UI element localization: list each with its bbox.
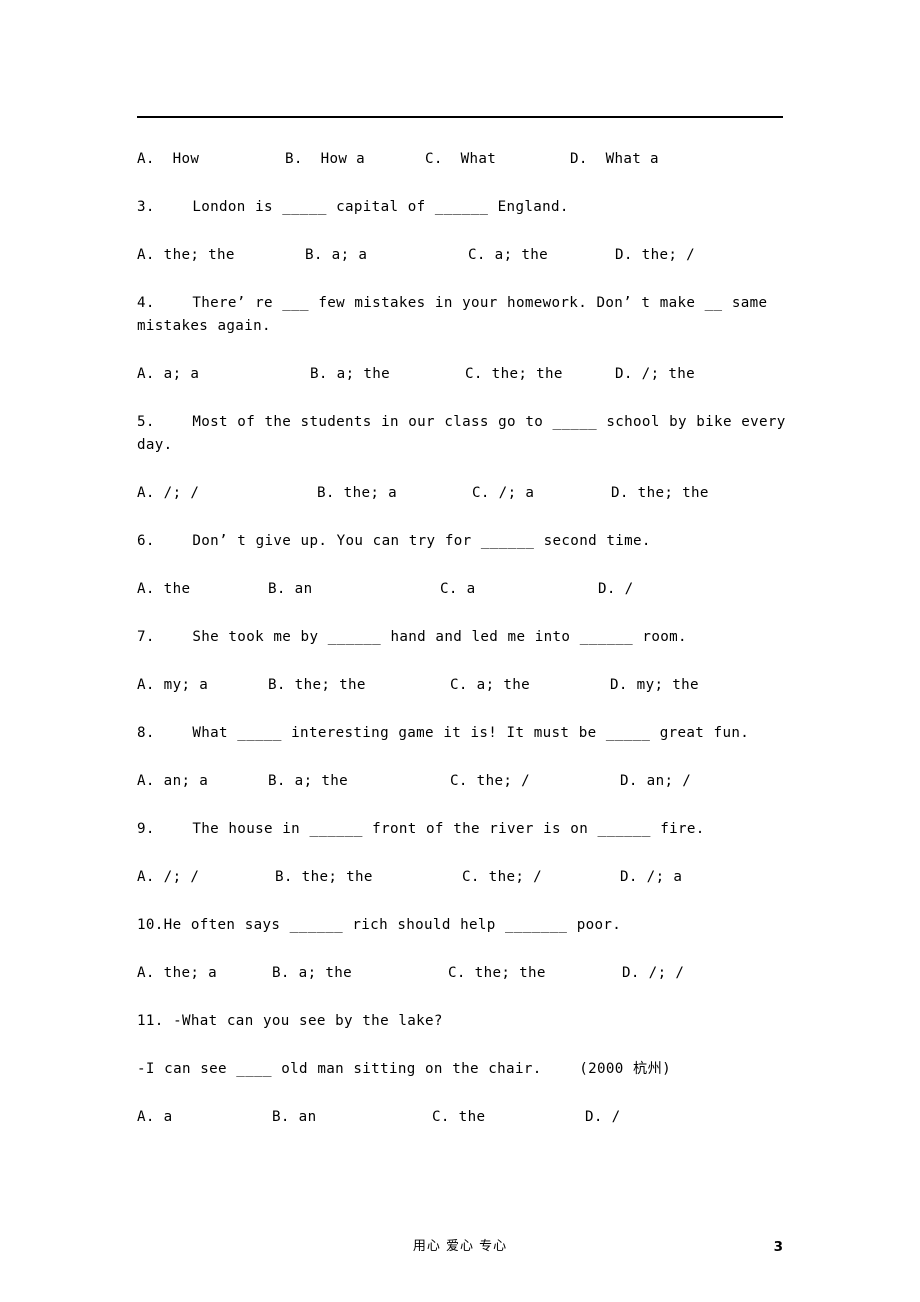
option-choice[interactable]: C. the; /: [462, 866, 542, 889]
option-choice[interactable]: B. an: [272, 1106, 316, 1129]
question-5: 5. Most of the students in our class go …: [137, 414, 796, 453]
option-choice[interactable]: C. What: [425, 148, 496, 171]
option-choice[interactable]: B. an: [268, 578, 312, 601]
options-row-2: A. How B. How a C. What D. What a: [137, 148, 797, 171]
option-choice[interactable]: A. a: [137, 1106, 173, 1129]
option-choice[interactable]: D. /; a: [620, 866, 682, 889]
options-row-11: A. a B. an C. the D. /: [137, 1106, 797, 1129]
options-row-6: A. the B. an C. a D. /: [137, 578, 797, 601]
option-choice[interactable]: A. the; the: [137, 244, 235, 267]
options-row-7: A. my; a B. the; the C. a; the D. my; the: [137, 674, 797, 697]
option-choice[interactable]: A. the: [137, 578, 190, 601]
options-row-5: A. /; / B. the; a C. /; a D. the; the: [137, 482, 797, 505]
question-11-line2: -I can see ____ old man sitting on the c…: [137, 1061, 672, 1077]
options-row-3: A. the; the B. a; a C. a; the D. the; /: [137, 244, 797, 267]
question-4: 4. There’ re ___ few mistakes in your ho…: [137, 295, 777, 334]
option-choice[interactable]: C. the; /: [450, 770, 530, 793]
option-choice[interactable]: B. the; a: [317, 482, 397, 505]
option-choice[interactable]: B. How a: [285, 148, 365, 171]
option-choice[interactable]: A. an; a: [137, 770, 208, 793]
question-11-line1: 11. -What can you see by the lake?: [137, 1013, 443, 1029]
option-choice[interactable]: A. a; a: [137, 363, 199, 386]
option-choice[interactable]: B. a; a: [305, 244, 367, 267]
page-number: 3: [773, 1239, 783, 1255]
option-choice[interactable]: C. a; the: [468, 244, 548, 267]
option-choice[interactable]: D. an; /: [620, 770, 691, 793]
question-8: 8. What _____ interesting game it is! It…: [137, 725, 750, 741]
option-choice[interactable]: A. How: [137, 148, 199, 171]
option-choice[interactable]: A. the; a: [137, 962, 217, 985]
footer-motto: 用心 爱心 专心: [412, 1239, 508, 1254]
option-choice[interactable]: D. the; the: [611, 482, 709, 505]
question-3: 3. London is _____ capital of ______ Eng…: [137, 199, 569, 215]
option-choice[interactable]: B. a; the: [268, 770, 348, 793]
option-choice[interactable]: D. /; the: [615, 363, 695, 386]
header-rule: [137, 116, 783, 118]
option-choice[interactable]: A. /; /: [137, 866, 199, 889]
question-7: 7. She took me by ______ hand and led me…: [137, 629, 687, 645]
question-10: 10.He often says ______ rich should help…: [137, 917, 622, 933]
document-content: A. How B. How a C. What D. What a 3. London …: [137, 148, 797, 1154]
option-choice[interactable]: D. What a: [570, 148, 659, 171]
option-choice[interactable]: D. the; /: [615, 244, 695, 267]
option-choice[interactable]: B. the; the: [275, 866, 373, 889]
option-choice[interactable]: D. my; the: [610, 674, 699, 697]
options-row-8: A. an; a B. a; the C. the; / D. an; /: [137, 770, 797, 793]
option-choice[interactable]: D. /; /: [622, 962, 684, 985]
question-6: 6. Don’ t give up. You can try for _____…: [137, 533, 651, 549]
options-row-4: A. a; a B. a; the C. the; the D. /; the: [137, 363, 797, 386]
option-choice[interactable]: D. /: [598, 578, 634, 601]
option-choice[interactable]: C. a; the: [450, 674, 530, 697]
options-row-9: A. /; / B. the; the C. the; / D. /; a: [137, 866, 797, 889]
option-choice[interactable]: A. my; a: [137, 674, 208, 697]
option-choice[interactable]: B. the; the: [268, 674, 366, 697]
option-choice[interactable]: C. the; the: [448, 962, 546, 985]
option-choice[interactable]: D. /: [585, 1106, 621, 1129]
option-choice[interactable]: A. /; /: [137, 482, 199, 505]
option-choice[interactable]: C. a: [440, 578, 476, 601]
option-choice[interactable]: C. the: [432, 1106, 485, 1129]
option-choice[interactable]: B. a; the: [310, 363, 390, 386]
options-row-10: A. the; a B. a; the C. the; the D. /; /: [137, 962, 797, 985]
option-choice[interactable]: B. a; the: [272, 962, 352, 985]
option-choice[interactable]: C. the; the: [465, 363, 563, 386]
option-choice[interactable]: C. /; a: [472, 482, 534, 505]
page-footer: 用心 爱心 专心 3: [137, 1237, 783, 1259]
document-page: A. How B. How a C. What D. What a 3. London …: [0, 0, 920, 1302]
question-9: 9. The house in ______ front of the rive…: [137, 821, 705, 837]
